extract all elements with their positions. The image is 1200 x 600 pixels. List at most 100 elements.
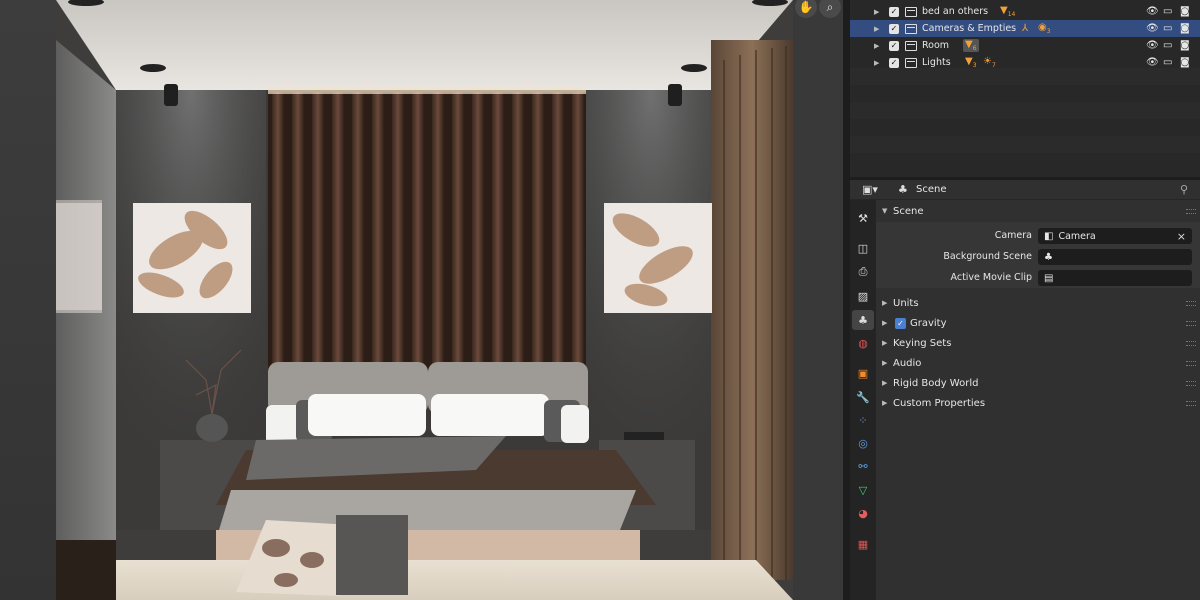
properties-editor[interactable]: ▣▾ ♣ Scene ⚲ ⚒ ◫ ⎙ ▨ ♣ ◍ ▣ 🔧 ⁘ ◎ ⚯ ▽ ◕ ▦… bbox=[850, 180, 1200, 600]
material-tab-icon[interactable]: ◕ bbox=[852, 503, 874, 523]
checkbox-icon[interactable]: ✓ bbox=[889, 57, 899, 68]
world-tab-icon[interactable]: ◍ bbox=[852, 333, 874, 353]
monitor-icon[interactable]: ▭ bbox=[1163, 57, 1172, 68]
properties-content: ▼ Scene Camera ◧ Camera × Background Sce… bbox=[876, 200, 1200, 600]
collection-icon bbox=[905, 23, 917, 34]
gravity-panel-header[interactable]: ▶ ✓ Gravity bbox=[876, 313, 1200, 333]
drag-grip-icon[interactable] bbox=[1186, 300, 1196, 306]
checkbox-icon[interactable]: ✓ bbox=[889, 23, 899, 34]
expand-icon[interactable]: ▶ bbox=[882, 339, 887, 347]
eye-icon[interactable]: 👁 bbox=[1146, 23, 1159, 34]
collection-icon bbox=[905, 57, 917, 68]
pin-icon[interactable]: ⚲ bbox=[1180, 183, 1188, 196]
camera-object-icon: ◧ bbox=[1044, 230, 1054, 242]
scene-icon: ♣ bbox=[898, 183, 908, 196]
expand-icon[interactable]: ▼ bbox=[882, 207, 887, 215]
drag-grip-icon[interactable] bbox=[1186, 380, 1196, 386]
panel-title: Audio bbox=[893, 357, 922, 369]
expand-icon[interactable]: ▶ bbox=[882, 399, 887, 407]
camera-value: Camera bbox=[1058, 230, 1096, 242]
expand-icon[interactable]: ▶ bbox=[874, 42, 879, 50]
outliner[interactable]: ▶ ✓ bed an others ▼14 👁 ▭ ◙ ▶ ✓ Cameras … bbox=[850, 0, 1200, 177]
bedroom-render bbox=[56, 0, 793, 600]
light-badge-icon: ☀7 bbox=[983, 56, 996, 69]
audio-panel-header[interactable]: ▶ Audio bbox=[876, 353, 1200, 373]
rigid-body-world-panel-header[interactable]: ▶ Rigid Body World bbox=[876, 373, 1200, 393]
drag-grip-icon[interactable] bbox=[1186, 340, 1196, 346]
expand-icon[interactable]: ▶ bbox=[874, 8, 879, 16]
outliner-row-lights[interactable]: ▶ ✓ Lights ▼3 ☀7 👁 ▭ ◙ bbox=[850, 54, 1200, 71]
scene-panel-header[interactable]: ▼ Scene bbox=[876, 201, 1200, 221]
outliner-row-label[interactable]: bed an others bbox=[922, 6, 988, 17]
editor-type-icon[interactable]: ▣▾ bbox=[862, 183, 878, 196]
clapperboard-icon: ▤ bbox=[1044, 272, 1054, 284]
data-tab-icon[interactable]: ▽ bbox=[852, 480, 874, 500]
eye-icon[interactable]: 👁 bbox=[1146, 57, 1159, 68]
render-view[interactable] bbox=[56, 0, 793, 600]
expand-icon[interactable]: ▶ bbox=[882, 299, 887, 307]
view-layer-tab-icon[interactable]: ▨ bbox=[852, 286, 874, 306]
properties-header-title: Scene bbox=[916, 184, 947, 195]
eye-icon[interactable]: 👁 bbox=[1146, 6, 1159, 17]
outliner-empty-row bbox=[850, 136, 1200, 153]
camera-icon[interactable]: ◙ bbox=[1180, 40, 1190, 51]
constraints-tab-icon[interactable]: ⚯ bbox=[852, 456, 874, 476]
mesh-badge-icon: ▼6 bbox=[963, 39, 979, 52]
expand-icon[interactable]: ▶ bbox=[874, 59, 879, 67]
expand-icon[interactable]: ▶ bbox=[874, 25, 879, 33]
tool-tab-icon[interactable]: ⚒ bbox=[852, 208, 874, 228]
camera-badge-icon: ◉3 bbox=[1038, 22, 1051, 35]
keying-sets-panel-header[interactable]: ▶ Keying Sets bbox=[876, 333, 1200, 353]
area-divider[interactable] bbox=[843, 0, 850, 600]
outliner-row-cameras-empties[interactable]: ▶ ✓ Cameras & Empties ⅄ ◉3 👁 ▭ ◙ bbox=[850, 20, 1200, 37]
eye-icon[interactable]: 👁 bbox=[1146, 40, 1159, 51]
checkbox-icon[interactable]: ✓ bbox=[889, 6, 899, 17]
properties-tabs: ⚒ ◫ ⎙ ▨ ♣ ◍ ▣ 🔧 ⁘ ◎ ⚯ ▽ ◕ ▦ bbox=[850, 200, 876, 600]
particles-tab-icon[interactable]: ⁘ bbox=[852, 410, 874, 430]
panel-title: Scene bbox=[893, 205, 924, 217]
units-panel-header[interactable]: ▶ Units bbox=[876, 293, 1200, 313]
properties-header: ▣▾ ♣ Scene ⚲ bbox=[850, 180, 1200, 200]
expand-icon[interactable]: ▶ bbox=[882, 359, 887, 367]
drag-grip-icon[interactable] bbox=[1186, 320, 1196, 326]
object-tab-icon[interactable]: ▣ bbox=[852, 363, 874, 383]
3d-viewport[interactable]: ✋ ⌕ bbox=[0, 0, 843, 600]
modifier-tab-icon[interactable]: 🔧 bbox=[852, 387, 874, 407]
scene-tab-icon[interactable]: ♣ bbox=[852, 310, 874, 330]
output-tab-icon[interactable]: ⎙ bbox=[852, 262, 874, 282]
outliner-row-bed-an-others[interactable]: ▶ ✓ bed an others ▼14 👁 ▭ ◙ bbox=[850, 3, 1200, 20]
expand-icon[interactable]: ▶ bbox=[882, 379, 887, 387]
physics-tab-icon[interactable]: ◎ bbox=[852, 433, 874, 453]
custom-properties-panel-header[interactable]: ▶ Custom Properties bbox=[876, 393, 1200, 413]
camera-icon[interactable]: ◙ bbox=[1180, 23, 1190, 34]
active-movie-clip-field[interactable]: ▤ bbox=[1038, 270, 1192, 286]
camera-icon[interactable]: ◙ bbox=[1180, 6, 1190, 17]
panel-title: Keying Sets bbox=[893, 337, 952, 349]
panel-title: Units bbox=[893, 297, 919, 309]
render-tab-icon[interactable]: ◫ bbox=[852, 238, 874, 258]
viewport-right-margin bbox=[793, 0, 843, 600]
expand-icon[interactable]: ▶ bbox=[882, 319, 887, 327]
outliner-row-label[interactable]: Room bbox=[922, 40, 949, 51]
outliner-row-label[interactable]: Cameras & Empties bbox=[922, 23, 1016, 34]
drag-grip-icon[interactable] bbox=[1186, 400, 1196, 406]
mesh-badge-icon: ▼3 bbox=[965, 56, 977, 69]
monitor-icon[interactable]: ▭ bbox=[1163, 40, 1172, 51]
texture-tab-icon[interactable]: ▦ bbox=[852, 534, 874, 554]
monitor-icon[interactable]: ▭ bbox=[1163, 6, 1172, 17]
clear-icon[interactable]: × bbox=[1177, 230, 1186, 243]
outliner-row-label[interactable]: Lights bbox=[922, 57, 951, 68]
scene-icon: ♣ bbox=[1044, 251, 1053, 263]
background-scene-field[interactable]: ♣ bbox=[1038, 249, 1192, 265]
outliner-row-room[interactable]: ▶ ✓ Room ▼6 👁 ▭ ◙ bbox=[850, 37, 1200, 54]
checkbox-icon[interactable]: ✓ bbox=[889, 40, 899, 51]
panel-title: Custom Properties bbox=[893, 397, 986, 409]
camera-field[interactable]: ◧ Camera × bbox=[1038, 228, 1192, 244]
monitor-icon[interactable]: ▭ bbox=[1163, 23, 1172, 34]
camera-icon[interactable]: ◙ bbox=[1180, 57, 1190, 68]
drag-grip-icon[interactable] bbox=[1186, 208, 1196, 214]
mesh-badge-icon: ▼14 bbox=[1000, 5, 1016, 18]
gravity-checkbox[interactable]: ✓ bbox=[895, 317, 906, 329]
drag-grip-icon[interactable] bbox=[1186, 360, 1196, 366]
viewport-left-margin bbox=[0, 0, 56, 600]
